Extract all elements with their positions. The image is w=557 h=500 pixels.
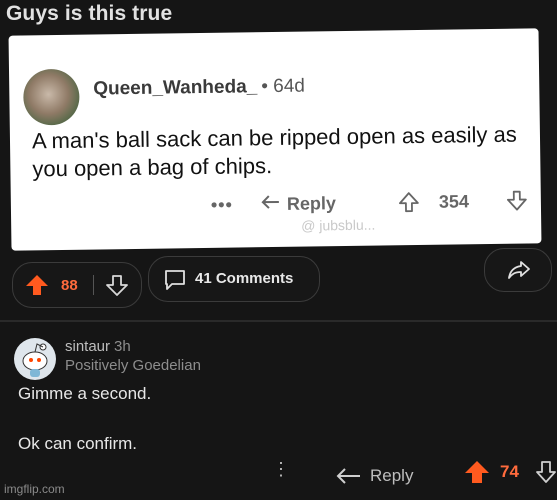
screenshot-score: 354 [438, 191, 470, 212]
share-button[interactable] [484, 248, 552, 292]
screenshot-card: Queen_Wanheda_ • 64d A man's ball sack ca… [8, 28, 542, 251]
screenshot-age: • 64d [261, 75, 306, 98]
post-score: 88 [61, 277, 78, 294]
upvote-icon[interactable] [25, 274, 49, 296]
screenshot-username: Queen_Wanheda_ [93, 76, 258, 100]
comment-text-line1: Gimme a second. [18, 384, 152, 403]
comment-upvote-icon[interactable] [464, 460, 490, 484]
comment-reply-button[interactable]: Reply [370, 466, 413, 486]
screenshot-user: Queen_Wanheda_ • 64d [93, 76, 305, 101]
comment-icon [165, 270, 185, 290]
vote-divider [93, 275, 94, 295]
screenshot-comment-text: A man's ball sack can be ripped open as … [31, 121, 517, 182]
reply-icon [261, 195, 279, 209]
screenshot-avatar [22, 68, 80, 126]
reply-icon[interactable] [336, 466, 362, 486]
commenter-meta: sintaur 3h [65, 338, 131, 355]
imgflip-watermark: imgflip.com [4, 482, 65, 496]
vote-bar: 88 [12, 262, 142, 308]
commenter-avatar [14, 338, 56, 380]
snoo-avatar-icon [22, 343, 48, 377]
post-title: Guys is this true [6, 2, 173, 25]
share-icon [508, 261, 530, 279]
comments-label: 41 Comments [195, 270, 294, 287]
comment-text-line2: Ok can confirm. [18, 434, 138, 453]
user-flair: Positively Goedelian [65, 357, 201, 374]
comment-more-icon[interactable]: ⋮ [272, 460, 290, 478]
downvote-icon[interactable] [105, 274, 129, 296]
screenshot-reply: Reply [261, 193, 336, 215]
screenshot-reply-label: Reply [286, 193, 337, 214]
screenshot-watermark: @ jubsblu... [301, 216, 376, 234]
comment-downvote-icon[interactable] [536, 460, 556, 484]
comment-time: 3h [114, 338, 131, 355]
downvote-icon [506, 190, 527, 211]
screenshot-more-icon: ••• [210, 194, 233, 215]
upvote-icon [399, 192, 419, 213]
section-divider [0, 320, 557, 322]
comment-score: 74 [500, 462, 519, 481]
comments-button[interactable]: 41 Comments [148, 256, 320, 302]
commenter-username[interactable]: sintaur [65, 338, 110, 355]
